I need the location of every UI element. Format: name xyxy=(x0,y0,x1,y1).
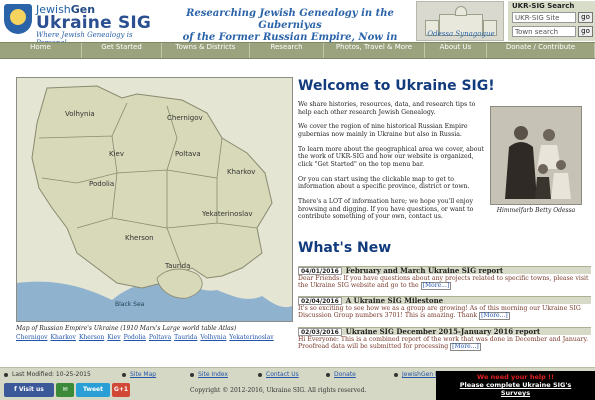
intro-text: We share histories, resources, data, and… xyxy=(298,101,490,228)
news-item: 04/01/2016 February and March Ukraine SIG… xyxy=(298,266,591,291)
jewishgen-logo[interactable]: JewishGen Ukraine SIG Where Jewish Genea… xyxy=(2,2,162,47)
bullet-icon xyxy=(190,372,194,377)
last-modified: Last Modified: 10-25-2015 xyxy=(12,371,91,378)
nav-item-home[interactable]: Home xyxy=(0,43,82,58)
nav-item-donate-contribute[interactable]: Donate / Contribute xyxy=(487,43,595,58)
map-region-links: Chernigov Kharkov Kherson Kiev Podolia Poltav… xyxy=(16,334,277,341)
intro-paragraph: To learn more about the geographical are… xyxy=(298,145,484,168)
news-more-link[interactable]: [More...] xyxy=(450,343,481,352)
bullet-icon xyxy=(326,372,330,377)
family-photo xyxy=(490,106,582,205)
news-title[interactable]: A Ukraine SIG Milestone xyxy=(346,296,443,305)
nav-item-about-us[interactable]: About Us xyxy=(425,43,487,58)
news-body: It's so exciting to see how we as a grou… xyxy=(298,305,581,320)
shield-icon xyxy=(4,4,32,34)
map-link-volhynia[interactable]: Volhynia xyxy=(200,334,226,341)
photo-caption: Himmelfarb Betty Odessa xyxy=(496,207,576,214)
map-link-kiev[interactable]: Kiev xyxy=(107,334,120,341)
map-link-chernigov[interactable]: Chernigov xyxy=(16,334,48,341)
nav-item-get-started[interactable]: Get Started xyxy=(82,43,162,58)
bullet-icon xyxy=(258,372,262,377)
town-search-go-button[interactable]: go xyxy=(578,26,593,37)
logo-title: Ukraine SIG xyxy=(36,13,152,33)
page: JewishGen Ukraine SIG Where Jewish Genea… xyxy=(0,0,595,400)
footer-link-contact[interactable]: Contact Us xyxy=(266,371,299,378)
map-label-chernigov[interactable]: Chernigov xyxy=(167,114,203,122)
site-search-input[interactable]: UKR-SIG Site xyxy=(512,12,576,23)
map-label-volhynia[interactable]: Volhynia xyxy=(65,110,95,118)
email-icon[interactable]: ✉ xyxy=(56,383,74,397)
search-title: UKR-SIG Search xyxy=(512,2,575,10)
gplus-button[interactable]: G+1 xyxy=(112,383,130,397)
synagogue-caption: Odessa Synagogue xyxy=(427,30,495,38)
facebook-button[interactable]: f Visit us xyxy=(4,383,54,397)
news-title[interactable]: Ukraine SIG December 2015-January 2016 r… xyxy=(346,327,540,336)
bullet-icon xyxy=(394,372,398,377)
twitter-button[interactable]: Tweet xyxy=(76,383,110,397)
news-date: 04/01/2016 xyxy=(298,267,342,275)
header: JewishGen Ukraine SIG Where Jewish Genea… xyxy=(0,0,595,55)
map-label-taurida[interactable]: Taurida xyxy=(164,262,190,270)
news-date: 02/03/2016 xyxy=(298,328,342,336)
synagogue-image: Odessa Synagogue xyxy=(416,1,504,41)
news-body: Hi Everyone: This is a combined report o… xyxy=(298,336,589,351)
footer-link-donate[interactable]: Donate xyxy=(334,371,356,378)
map-label-black-sea: Black Sea xyxy=(115,301,145,308)
map-link-podolia[interactable]: Podolia xyxy=(124,334,146,341)
search-panel: UKR-SIG Search UKR-SIG Site go Town sear… xyxy=(508,1,595,41)
news-title[interactable]: February and March Ukraine SIG report xyxy=(346,266,503,275)
town-search-input[interactable]: Town search xyxy=(512,26,576,37)
intro-paragraph: There's a LOT of information here; we ho… xyxy=(298,198,474,221)
intro-paragraph: We share histories, resources, data, and… xyxy=(298,101,476,116)
map-label-podolia[interactable]: Podolia xyxy=(89,180,114,188)
nav-item-research[interactable]: Research xyxy=(250,43,324,58)
help-line2[interactable]: Please complete Ukraine SIG's xyxy=(436,381,595,389)
page-title: Welcome to Ukraine SIG! xyxy=(298,78,495,94)
intro-paragraph: Or you can start using the clickable map… xyxy=(298,175,470,191)
news-more-link[interactable]: [More...] xyxy=(420,282,452,291)
map-link-yekaterinoslav[interactable]: Yekaterinoslav xyxy=(229,334,273,341)
map-label-kiev[interactable]: Kiev xyxy=(109,150,124,158)
whats-new-title: What's New xyxy=(298,240,392,256)
map-label-kherson[interactable]: Kherson xyxy=(125,234,154,242)
ukraine-map[interactable]: Chernigov Volhynia Kiev Poltava Podolia … xyxy=(16,77,293,322)
bullet-icon xyxy=(122,372,126,377)
map-link-kherson[interactable]: Kherson xyxy=(79,334,104,341)
map-caption: Map of Russian Empire's Ukraine (1910 Ma… xyxy=(16,325,237,332)
footer-link-site-map[interactable]: Site Map xyxy=(130,371,156,378)
news-date: 02/04/2016 xyxy=(298,297,342,305)
map-label-poltava[interactable]: Poltava xyxy=(175,150,201,158)
bullet-icon xyxy=(4,372,8,377)
news-item: 02/04/2016 A Ukraine SIG Milestone It's s… xyxy=(298,296,591,321)
map-link-taurida[interactable]: Taurida xyxy=(174,334,197,341)
help-line3[interactable]: Surveys xyxy=(436,389,595,397)
main-nav: Home Get Started Towns & Districts Research… xyxy=(0,42,595,59)
map-svg: Chernigov Volhynia Kiev Poltava Podolia … xyxy=(17,78,292,321)
footer: Last Modified: 10-25-2015 Site Map Site … xyxy=(0,367,595,400)
map-link-poltava[interactable]: Poltava xyxy=(149,334,171,341)
help-line1: We need your help !! xyxy=(477,373,554,381)
copyright: Copyright © 2012-2016, Ukraine SIG. All … xyxy=(190,387,367,394)
intro-paragraph: We cover the region of nine historical R… xyxy=(298,123,468,138)
map-label-kharkov[interactable]: Kharkov xyxy=(227,168,255,176)
map-label-yekaterinoslav[interactable]: Yekaterinoslav xyxy=(201,210,253,218)
map-link-kharkov[interactable]: Kharkov xyxy=(51,334,76,341)
news-more-link[interactable]: [More...] xyxy=(479,312,510,321)
site-search-go-button[interactable]: go xyxy=(578,12,593,23)
survey-banner[interactable]: We need your help !! Please complete Ukr… xyxy=(436,371,595,400)
footer-link-site-index[interactable]: Site Index xyxy=(198,371,228,378)
news-item: 02/03/2016 Ukraine SIG December 2015-Janu… xyxy=(298,327,591,352)
nav-item-towns-districts[interactable]: Towns & Districts xyxy=(162,43,250,58)
nav-item-photos-travel-more[interactable]: Photos, Travel & More xyxy=(324,43,425,58)
